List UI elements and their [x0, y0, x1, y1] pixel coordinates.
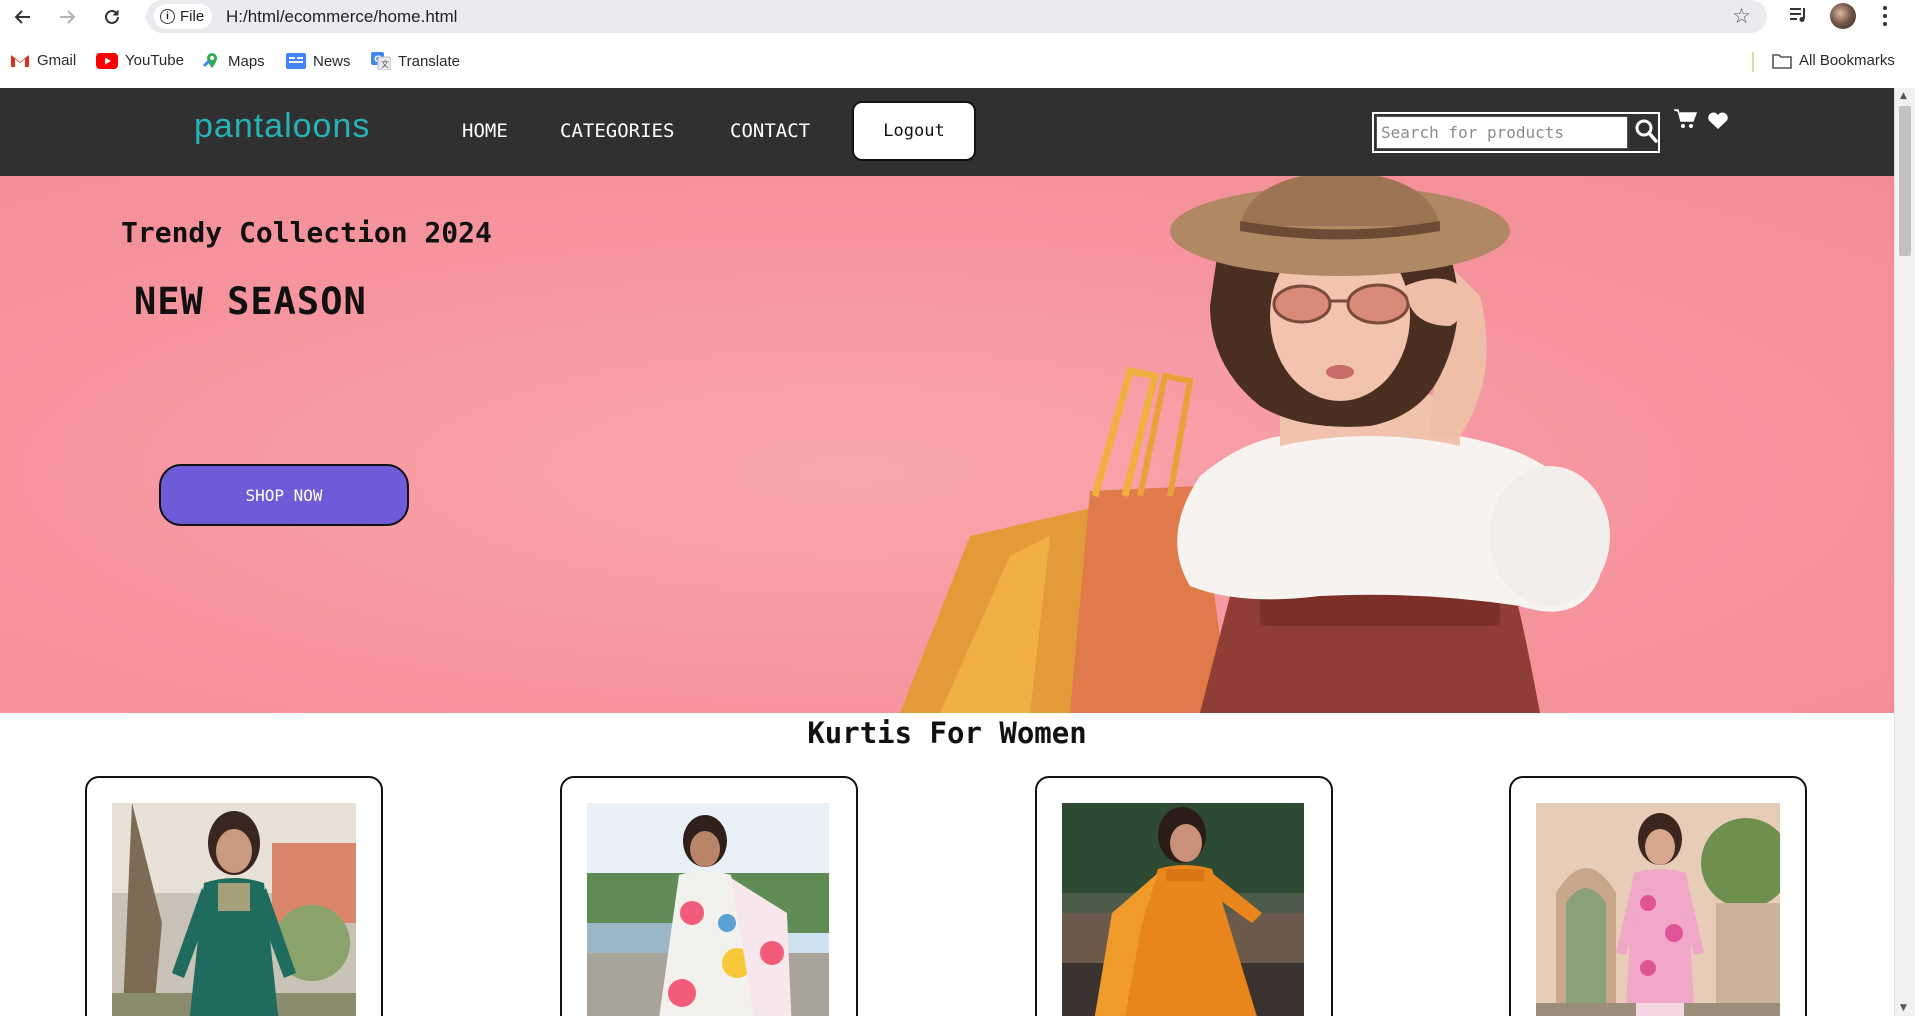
bookmark-gmail[interactable]: Gmail — [10, 52, 76, 69]
search-icon — [1635, 119, 1658, 143]
search-box — [1372, 112, 1660, 153]
cart-icon[interactable] — [1673, 108, 1698, 134]
bookmark-translate[interactable]: G文 Translate — [371, 52, 460, 70]
scroll-thumb[interactable] — [1899, 106, 1911, 256]
site-info-chip[interactable]: i File — [154, 4, 213, 29]
brand-logo[interactable]: pantaloons — [194, 107, 370, 146]
product-image[interactable] — [587, 803, 829, 1016]
section-title: Kurtis For Women — [807, 716, 1087, 750]
bookmark-label: Gmail — [37, 52, 77, 69]
news-icon — [286, 53, 306, 69]
product-card[interactable] — [1035, 776, 1333, 1016]
hero-subtitle: Trendy Collection 2024 — [121, 216, 492, 249]
bookmark-youtube[interactable]: YouTube — [96, 52, 184, 69]
site-chip-label: File — [180, 8, 205, 25]
search-button[interactable] — [1634, 118, 1658, 146]
product-card[interactable] — [560, 776, 858, 1016]
bookmark-news[interactable]: News — [286, 52, 351, 70]
hero-title: NEW SEASON — [134, 280, 367, 323]
bookmark-label: YouTube — [125, 52, 184, 69]
scroll-up-arrow-icon[interactable]: ▲ — [1900, 91, 1907, 101]
bookmark-star-icon[interactable]: ☆ — [1732, 4, 1751, 28]
product-card[interactable] — [85, 776, 383, 1016]
folder-icon — [1772, 53, 1792, 69]
nav-categories[interactable]: CATEGORIES — [560, 120, 674, 142]
scroll-down-arrow-icon[interactable]: ▼ — [1900, 1003, 1907, 1013]
gmail-icon — [11, 54, 29, 67]
info-icon: i — [160, 9, 175, 24]
svg-text:文: 文 — [381, 59, 389, 69]
bookmark-label: Maps — [228, 52, 265, 70]
maps-icon — [203, 53, 217, 68]
back-arrow-icon[interactable] — [10, 4, 36, 30]
all-bookmarks-button[interactable]: All Bookmarks — [1772, 52, 1895, 69]
site-header: pantaloons HOME CATEGORIES CONTACT Logou… — [0, 88, 1894, 176]
product-image[interactable] — [1062, 803, 1304, 1016]
url-text[interactable]: H:/html/ecommerce/home.html — [226, 7, 457, 27]
profile-avatar[interactable] — [1830, 3, 1856, 29]
search-input[interactable] — [1376, 116, 1628, 149]
page-scrollbar[interactable]: ▲ ▼ — [1894, 88, 1915, 1016]
product-card[interactable] — [1509, 776, 1807, 1016]
reload-icon[interactable] — [99, 4, 125, 30]
bookmark-label: Translate — [398, 52, 460, 70]
bookmark-label: News — [313, 52, 351, 70]
product-image[interactable] — [112, 803, 356, 1016]
more-menu-icon[interactable] — [1882, 5, 1888, 32]
shop-now-button[interactable]: SHOP NOW — [159, 464, 409, 526]
bookmarks-bar: Gmail YouTube Maps News G文 Translate All… — [0, 44, 1915, 80]
address-bar[interactable]: i File H:/html/ecommerce/home.html ☆ — [146, 0, 1767, 33]
forward-arrow-icon[interactable] — [54, 4, 80, 30]
heart-icon[interactable] — [1707, 112, 1729, 134]
media-control-icon[interactable] — [1787, 4, 1809, 31]
translate-icon: G文 — [371, 52, 391, 70]
page-viewport: pantaloons HOME CATEGORIES CONTACT Logou… — [0, 88, 1894, 1016]
hero-banner: Trendy Collection 2024 NEW SEASON SHOP N… — [0, 176, 1894, 713]
youtube-icon — [96, 52, 118, 69]
nav-home[interactable]: HOME — [462, 120, 508, 142]
bookmarks-separator — [1752, 52, 1754, 72]
product-image[interactable] — [1536, 803, 1780, 1016]
hero-model-image — [900, 176, 1610, 713]
all-bookmarks-label: All Bookmarks — [1799, 52, 1895, 69]
bookmark-maps[interactable]: Maps — [203, 52, 265, 70]
browser-toolbar: i File H:/html/ecommerce/home.html ☆ — [0, 0, 1915, 33]
nav-contact[interactable]: CONTACT — [730, 120, 810, 142]
logout-button[interactable]: Logout — [852, 101, 976, 161]
